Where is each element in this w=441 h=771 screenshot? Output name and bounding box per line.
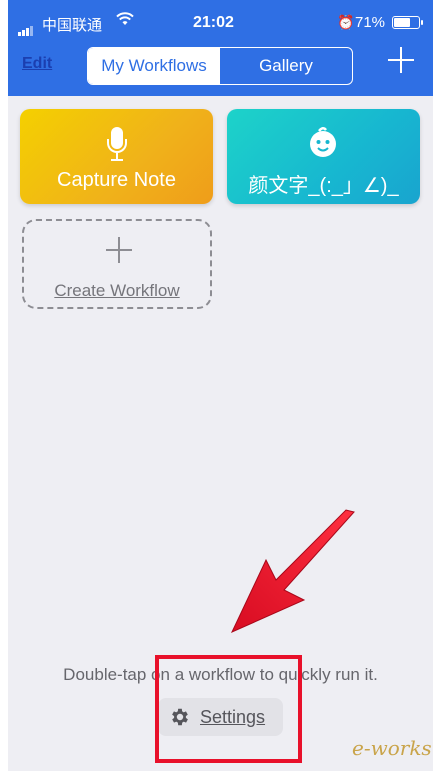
add-workflow-button[interactable] [386, 45, 416, 75]
create-workflow-label: Create Workflow [54, 281, 180, 300]
watermark-logo: e-works [352, 736, 432, 760]
carrier-name: 中国联通 [42, 17, 103, 34]
workflow-app-screen: 中国联通 21:02 ⏰ 71% Edit My Workflows Galle… [8, 0, 433, 771]
battery-fill [394, 18, 410, 27]
wifi-icon [116, 12, 134, 31]
workflow-card-label: 颜文字_(:_」∠)_ [248, 175, 399, 197]
microphone-icon [107, 127, 127, 163]
annotation-arrow [226, 508, 356, 638]
workflow-card-label: Capture Note [57, 169, 176, 191]
tab-my-workflows[interactable]: My Workflows [88, 48, 220, 84]
clock: 21:02 [193, 14, 234, 31]
battery-percent: 71% [355, 14, 386, 31]
workflow-tabs: My Workflows Gallery [87, 47, 353, 85]
battery-icon [392, 16, 423, 29]
edit-button[interactable]: Edit [22, 55, 52, 73]
top-bar: 中国联通 21:02 ⏰ 71% Edit My Workflows Galle… [8, 0, 433, 96]
create-workflow-button[interactable]: Create Workflow [22, 219, 212, 309]
status-bar: 中国联通 21:02 ⏰ 71% [8, 8, 433, 36]
plus-icon [106, 237, 132, 263]
signal-icon [18, 18, 34, 36]
tab-gallery[interactable]: Gallery [220, 48, 352, 84]
alarm-icon: ⏰ [337, 14, 355, 30]
workflow-card-capture-note[interactable]: Capture Note [20, 109, 213, 204]
annotation-highlight-box [155, 655, 302, 763]
workflow-card-kaomoji[interactable]: 颜文字_(:_」∠)_ [227, 109, 420, 204]
baby-face-icon [306, 125, 340, 159]
